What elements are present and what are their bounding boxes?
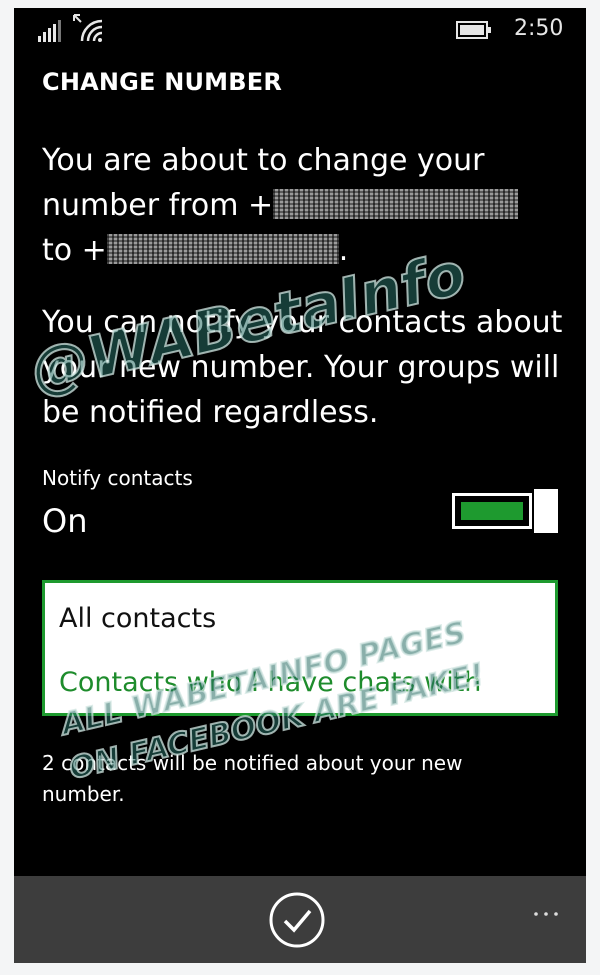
notified-count-note: 2 contacts will be notified about your n…	[42, 751, 463, 806]
notify-contacts-toggle[interactable]	[452, 489, 558, 533]
option-contacts-with-chats[interactable]: Contacts who I have chats with	[59, 667, 481, 698]
toggle-track	[452, 493, 532, 529]
notify-contacts-label: Notify contacts	[42, 466, 193, 490]
toggle-fill	[461, 502, 523, 520]
status-time: 2:50	[514, 16, 564, 41]
to-number-suffix: .	[338, 233, 349, 268]
signal-icon	[38, 20, 61, 42]
change-number-message: You are about to change your number from…	[42, 138, 572, 273]
status-bar: 2:50	[14, 8, 586, 54]
to-number-prefix: to +	[42, 233, 107, 268]
check-circle-icon[interactable]	[268, 891, 326, 949]
notify-info-message: You can notify your contacts about your …	[42, 305, 563, 430]
message-line-1: You are about to change your	[42, 143, 485, 178]
toggle-thumb	[534, 489, 558, 533]
option-all-contacts[interactable]: All contacts	[59, 603, 216, 634]
more-dots-icon	[534, 912, 558, 916]
from-number-prefix: number from +	[42, 188, 274, 223]
app-bar	[14, 876, 586, 963]
redacted-new-number	[106, 234, 339, 264]
page-title: CHANGE NUMBER	[42, 68, 283, 96]
notify-audience-picker[interactable]: All contacts Contacts who I have chats w…	[42, 580, 558, 716]
wifi-icon	[73, 14, 103, 42]
redacted-old-number	[273, 189, 519, 219]
phone-screen: 2:50 CHANGE NUMBER You are about to chan…	[14, 8, 586, 963]
battery-icon	[456, 21, 491, 39]
more-options-button[interactable]	[526, 894, 566, 934]
notify-contacts-state: On	[42, 502, 88, 540]
